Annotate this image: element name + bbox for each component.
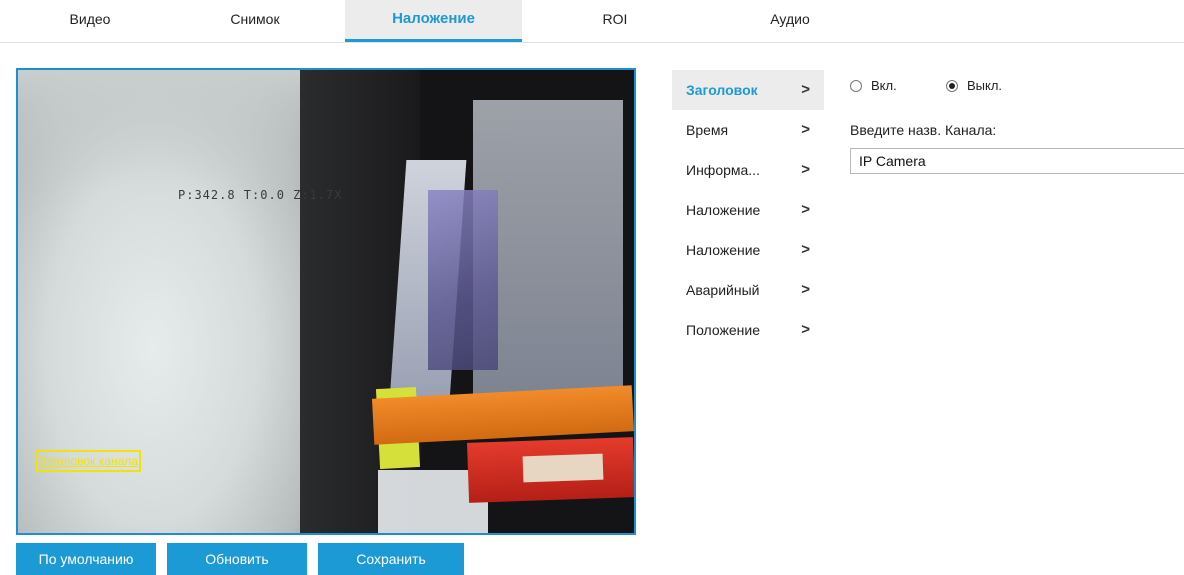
radio-on[interactable]: Вкл. (850, 78, 897, 93)
tab-overlay[interactable]: Наложение (345, 0, 522, 42)
default-button[interactable]: По умолчанию (16, 543, 156, 575)
tab-video[interactable]: Видео (30, 0, 150, 42)
menu-item-label: Заголовок (686, 82, 758, 98)
tab-bar: Видео Снимок Наложение ROI Аудио (0, 0, 1184, 43)
chevron-right-icon: > (801, 281, 810, 298)
refresh-button[interactable]: Обновить (167, 543, 307, 575)
menu-item-label: Информа... (686, 162, 760, 178)
overlay-submenu: Заголовок > Время > Информа... > Наложен… (672, 70, 824, 350)
menu-item-position[interactable]: Положение > (672, 310, 824, 350)
radio-off[interactable]: Выкл. (946, 78, 1002, 93)
chevron-right-icon: > (801, 241, 810, 258)
chevron-right-icon: > (801, 321, 810, 338)
osd-channel-title[interactable]: Заголовок канала (36, 450, 141, 472)
menu-item-label: Наложение (686, 202, 761, 218)
osd-ptz-info[interactable]: P:342.8 T:0.0 Z:1.7X (178, 188, 343, 202)
menu-item-time[interactable]: Время > (672, 110, 824, 150)
live-preview[interactable]: P:342.8 T:0.0 Z:1.7X Заголовок канала (16, 68, 636, 535)
chevron-right-icon: > (801, 81, 810, 98)
menu-item-overlay-1[interactable]: Наложение > (672, 190, 824, 230)
channel-name-label: Введите назв. Канала: (850, 122, 997, 138)
preview-scene-label (522, 453, 604, 483)
tab-roi[interactable]: ROI (555, 0, 675, 42)
radio-on-label: Вкл. (871, 78, 897, 93)
channel-name-input[interactable] (850, 148, 1184, 174)
menu-item-label: Аварийный (686, 282, 760, 298)
menu-item-alarm[interactable]: Аварийный > (672, 270, 824, 310)
tab-audio[interactable]: Аудио (730, 0, 850, 42)
chevron-right-icon: > (801, 121, 810, 138)
menu-item-info[interactable]: Информа... > (672, 150, 824, 190)
radio-off-label: Выкл. (967, 78, 1003, 93)
menu-item-title[interactable]: Заголовок > (672, 70, 824, 110)
preview-scene-shade (18, 70, 323, 190)
radio-off-circle-icon[interactable] (946, 79, 958, 92)
save-button[interactable]: Сохранить (318, 543, 464, 575)
chevron-right-icon: > (801, 201, 810, 218)
chevron-right-icon: > (801, 161, 810, 178)
preview-scene-cloth (428, 190, 498, 370)
menu-item-overlay-2[interactable]: Наложение > (672, 230, 824, 270)
tab-snapshot[interactable]: Снимок (195, 0, 315, 42)
menu-item-label: Время (686, 122, 729, 138)
menu-item-label: Положение (686, 322, 760, 338)
menu-item-label: Наложение (686, 242, 761, 258)
radio-on-circle-icon[interactable] (850, 79, 862, 92)
